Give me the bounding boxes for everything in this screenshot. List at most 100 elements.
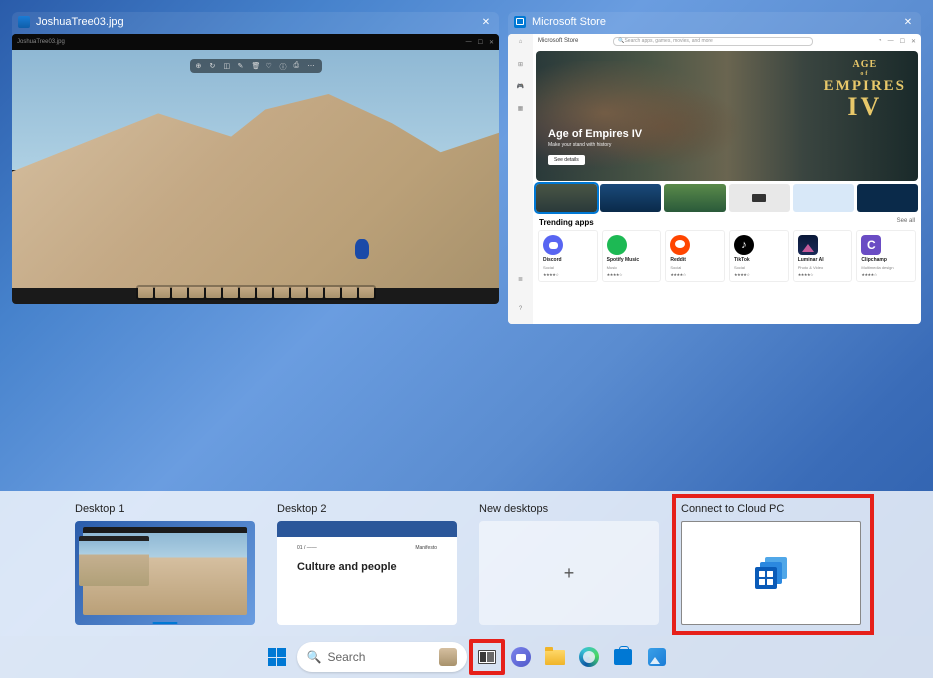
thumb[interactable]: [223, 287, 238, 298]
thumb[interactable]: [155, 287, 170, 298]
cloud-pc-icon: [755, 557, 787, 589]
minimize-icon[interactable]: —: [466, 39, 472, 46]
photos-filmstrip[interactable]: [136, 285, 376, 300]
app-name: Discord: [543, 257, 562, 263]
carousel-item[interactable]: [600, 184, 661, 212]
photos-button[interactable]: [643, 643, 671, 671]
thumb[interactable]: [257, 287, 272, 298]
window-title: JoshuaTree03.jpg: [36, 16, 124, 28]
thumb[interactable]: [291, 287, 306, 298]
app-name: Clipchamp: [861, 257, 887, 263]
zoom-icon[interactable]: ⊕: [196, 62, 204, 70]
print-icon[interactable]: ⎙: [294, 62, 302, 70]
chat-button[interactable]: [507, 643, 535, 671]
store-button[interactable]: [609, 643, 637, 671]
virtual-desktops-strip: Desktop 1 Desktop 2 01 / —— Manifesto Cul…: [0, 491, 933, 636]
desktop-1[interactable]: Desktop 1: [75, 503, 255, 624]
thumb[interactable]: [172, 287, 187, 298]
taskbar-search[interactable]: 🔍 Search: [297, 642, 467, 672]
thumb[interactable]: [189, 287, 204, 298]
carousel-item[interactable]: [793, 184, 854, 212]
app-rating: ★★★★☆: [861, 272, 876, 277]
new-desktop[interactable]: New desktops +: [479, 503, 659, 624]
desktop-label: Desktop 2: [277, 503, 457, 515]
app-card-spotify[interactable]: Spotify MusicMusic★★★★☆: [602, 230, 662, 282]
more-icon[interactable]: ⋯: [308, 62, 316, 70]
maximize-icon[interactable]: ☐: [900, 38, 905, 45]
minimize-icon[interactable]: —: [888, 38, 894, 45]
carousel-item[interactable]: [857, 184, 918, 212]
sidebar-item-help[interactable]: ?: [515, 306, 527, 318]
hero-text: Age of Empires IV Make your stand with h…: [548, 128, 642, 166]
favorite-icon[interactable]: ♡: [266, 62, 274, 70]
crop-icon[interactable]: ◫: [224, 62, 232, 70]
store-app-icon: [514, 16, 526, 28]
thumb[interactable]: [325, 287, 340, 298]
app-rating: ★★★★☆: [798, 272, 813, 277]
thumb[interactable]: [138, 287, 153, 298]
store-hero[interactable]: AGE of EMPIRES IV Age of Empires IV Make…: [536, 51, 918, 181]
app-cat: Social: [734, 265, 745, 270]
window-title-row: JoshuaTree03.jpg ✕: [12, 12, 499, 34]
thumb[interactable]: [359, 287, 374, 298]
sidebar-item-gaming[interactable]: 🎮: [515, 83, 527, 95]
delete-icon[interactable]: 🗑: [252, 62, 260, 70]
window-preview-photos[interactable]: JoshuaTree03.jpg ✕ JoshuaTree03.jpg — ☐ …: [12, 12, 499, 304]
plus-icon: +: [564, 563, 575, 584]
sidebar-item-apps[interactable]: ⊞: [515, 61, 527, 73]
photos-toolbar[interactable]: ⊕ ↻ ◫ ✎ 🗑 ♡ ⓘ ⎙ ⋯: [190, 59, 322, 73]
thumb[interactable]: [274, 287, 289, 298]
logo-line: IV: [824, 95, 906, 118]
sidebar-item-library[interactable]: ≣: [515, 276, 527, 288]
clipchamp-icon: C: [861, 235, 881, 255]
taskbar: 🔍 Search: [0, 636, 933, 678]
info-icon[interactable]: ⓘ: [280, 62, 288, 70]
close-icon[interactable]: ✕: [489, 39, 494, 46]
thumb[interactable]: [206, 287, 221, 298]
start-button[interactable]: [263, 643, 291, 671]
task-view-button[interactable]: [473, 643, 501, 671]
doc-right: Manifesto: [415, 545, 437, 551]
sidebar-item-home[interactable]: ⌂: [515, 39, 527, 51]
window-preview-store[interactable]: Microsoft Store ✕ ⌂ ⊞ 🎮 ▦ ≣ ? Microsoft …: [508, 12, 921, 324]
window-controls: — ☐ ✕: [466, 39, 494, 46]
hero-button[interactable]: See details: [548, 155, 585, 165]
desktop-1-thumb[interactable]: [75, 521, 255, 625]
close-icon[interactable]: ✕: [479, 15, 493, 29]
thumb[interactable]: [240, 287, 255, 298]
app-card-discord[interactable]: DiscordSocial★★★★☆: [538, 230, 598, 282]
maximize-icon[interactable]: ☐: [478, 39, 483, 46]
app-card-tiktok[interactable]: TikTokSocial★★★★☆: [729, 230, 789, 282]
edge-button[interactable]: [575, 643, 603, 671]
mini-window: [79, 536, 149, 586]
thumb[interactable]: [342, 287, 357, 298]
app-card-luminar[interactable]: Luminar AIPhoto & Video★★★★☆: [793, 230, 853, 282]
thumb[interactable]: [308, 287, 323, 298]
rotate-icon[interactable]: ↻: [210, 62, 218, 70]
connect-cloud-pc[interactable]: Connect to Cloud PC: [681, 503, 861, 624]
file-explorer-button[interactable]: [541, 643, 569, 671]
app-name: Luminar AI: [798, 257, 824, 263]
account-icon[interactable]: ◔: [878, 38, 882, 45]
edit-icon[interactable]: ✎: [238, 62, 246, 70]
new-desktop-thumb[interactable]: +: [479, 521, 659, 625]
desktop-2[interactable]: Desktop 2 01 / —— Manifesto Culture and p…: [277, 503, 457, 624]
app-card-reddit[interactable]: RedditSocial★★★★☆: [665, 230, 725, 282]
desktop-2-thumb[interactable]: 01 / —— Manifesto Culture and people: [277, 521, 457, 625]
hero-subline: Make your stand with history: [548, 142, 642, 148]
carousel-item[interactable]: [729, 184, 790, 212]
store-search[interactable]: 🔍 Search apps, games, movies, and more: [613, 37, 813, 46]
sidebar-item-movies[interactable]: ▦: [515, 105, 527, 117]
doc-page-num: 01 / ——: [297, 545, 317, 551]
close-icon[interactable]: ✕: [901, 15, 915, 29]
store-brand: Microsoft Store: [538, 38, 578, 44]
chat-icon: [511, 647, 531, 667]
see-all-link[interactable]: See all: [897, 218, 915, 227]
reddit-icon: [670, 235, 690, 255]
carousel-item[interactable]: [536, 184, 597, 212]
doc-heading: Culture and people: [297, 561, 437, 573]
carousel-item[interactable]: [664, 184, 725, 212]
app-card-clipchamp[interactable]: CClipchampMultimedia design★★★★☆: [856, 230, 916, 282]
close-icon[interactable]: ✕: [911, 38, 916, 45]
store-icon: [614, 649, 632, 665]
